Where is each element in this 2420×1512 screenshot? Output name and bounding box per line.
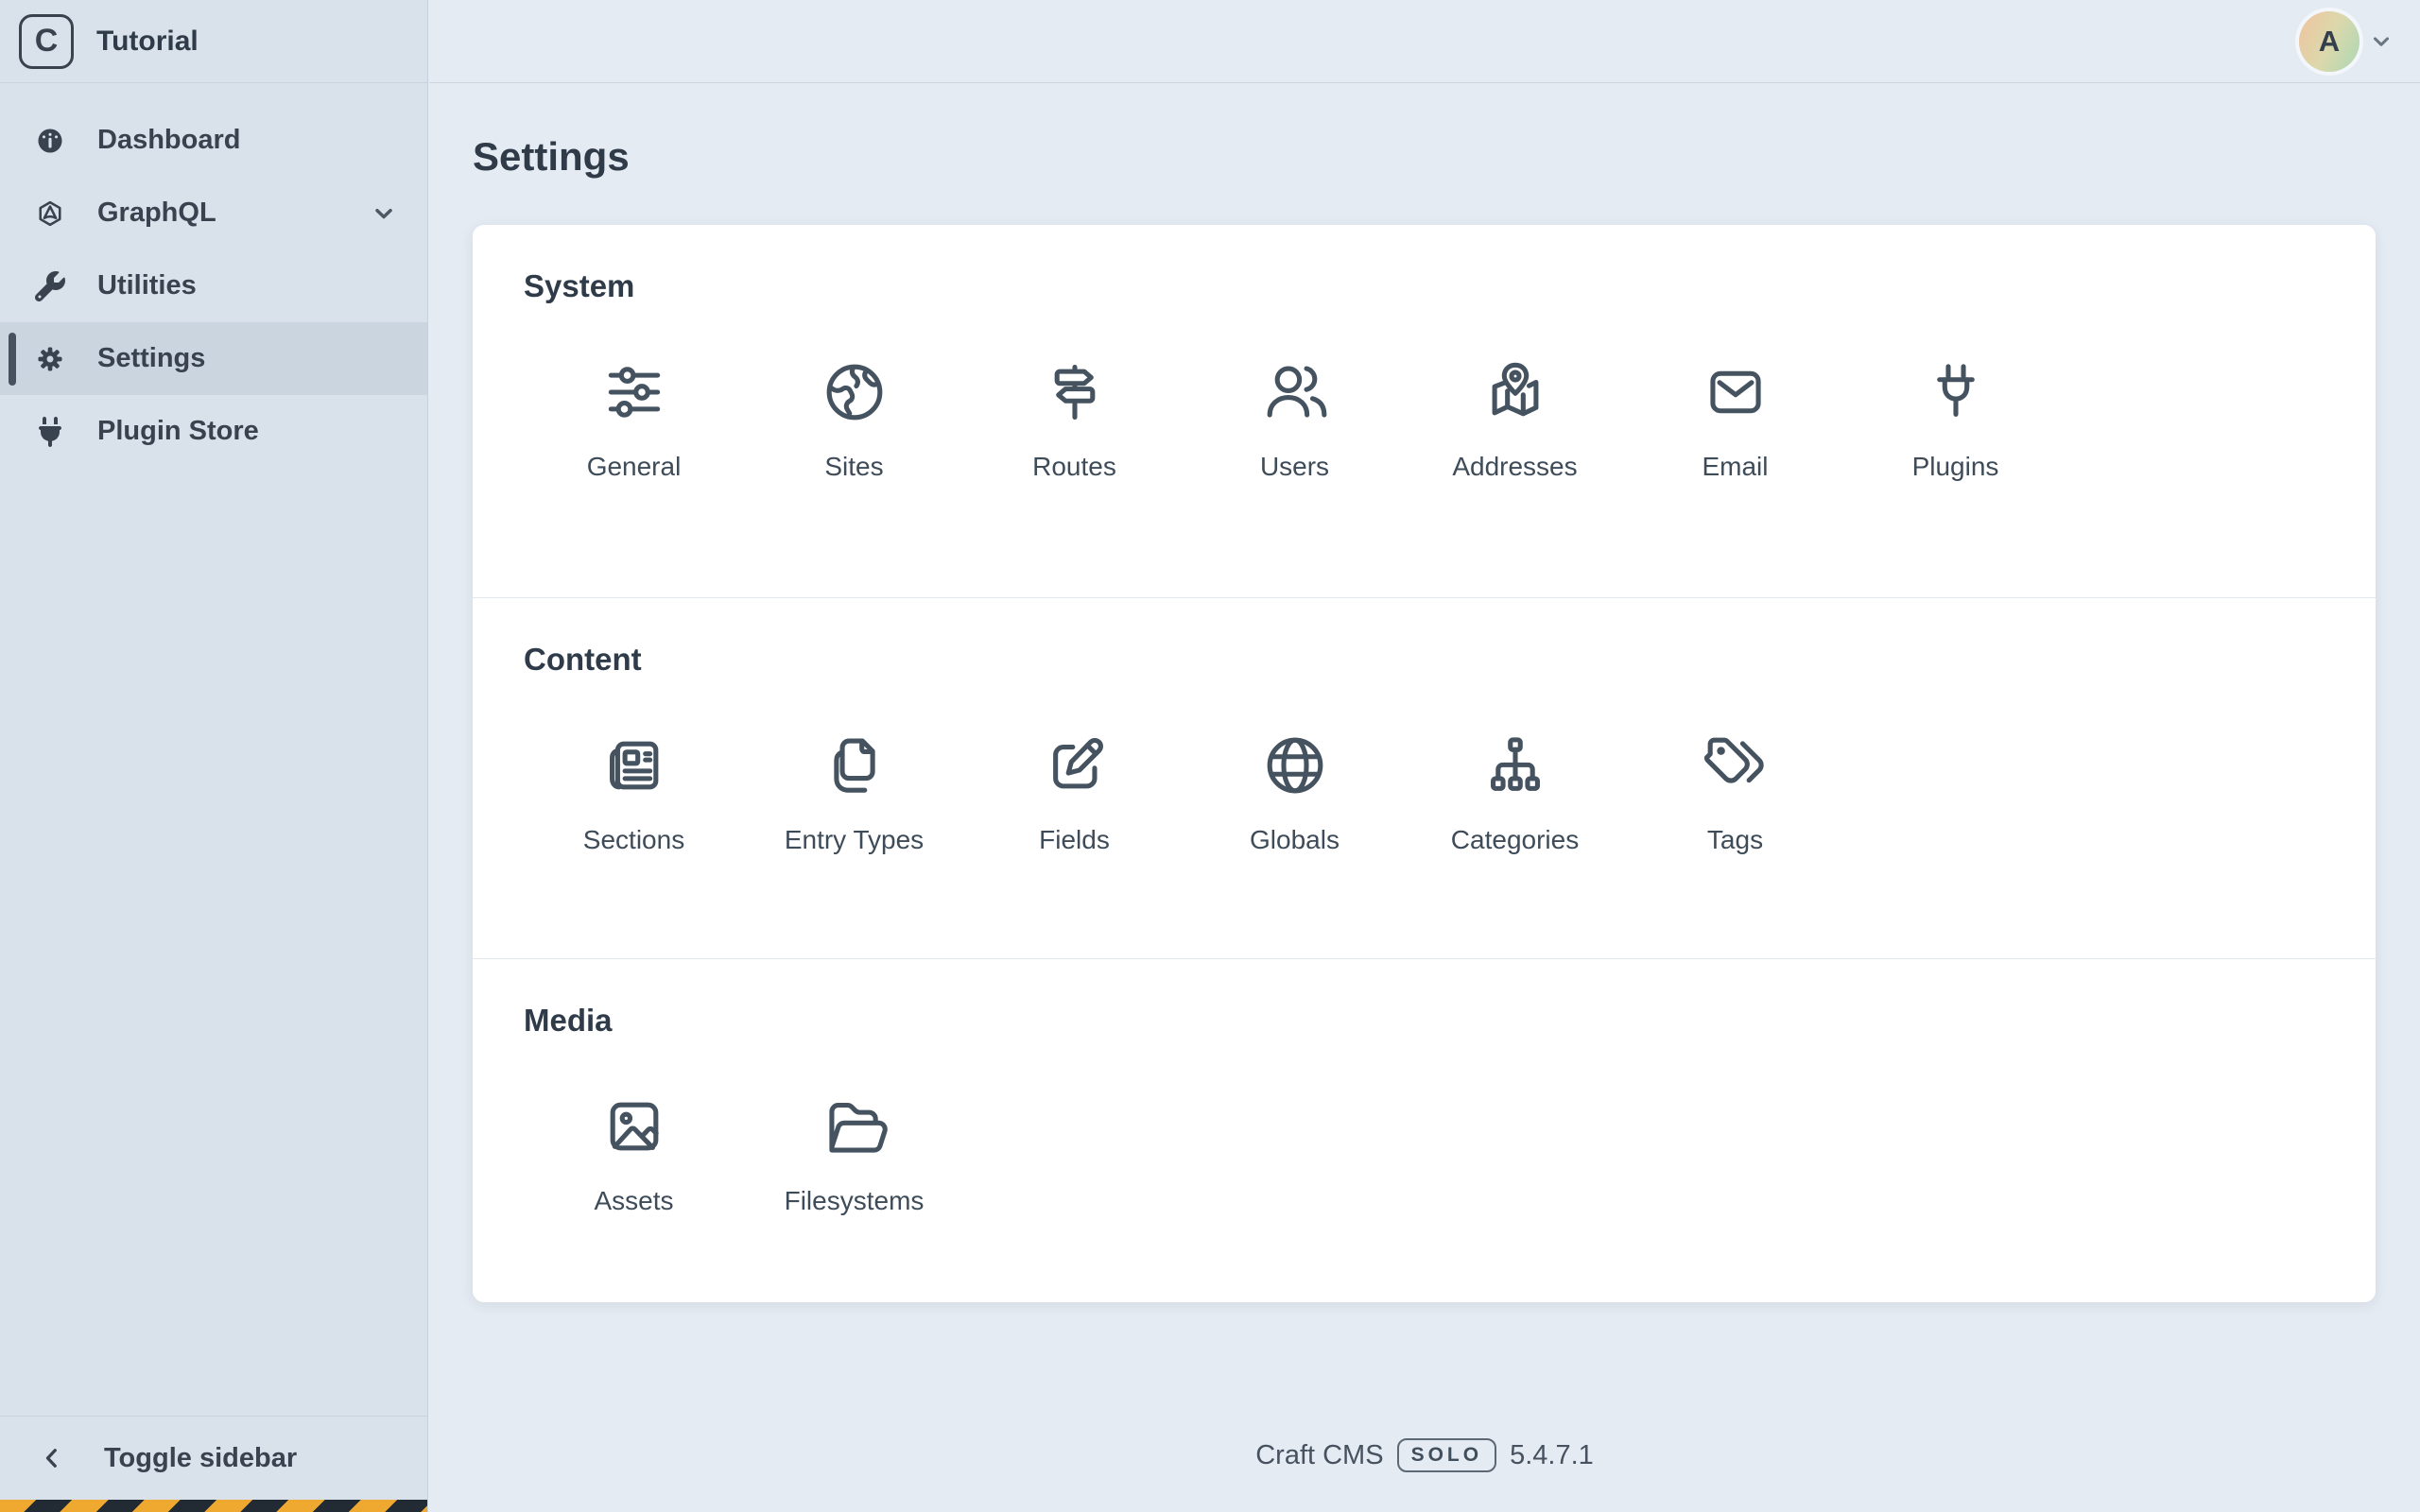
settings-tile-email[interactable]: Email (1625, 357, 1845, 482)
sidebar-item-label: Plugin Store (97, 416, 259, 447)
wrench-icon (34, 270, 66, 302)
settings-tile-plugins[interactable]: Plugins (1845, 357, 2066, 482)
tile-label: Assets (594, 1186, 673, 1216)
newspaper-icon (599, 730, 669, 800)
tile-label: Entry Types (785, 825, 924, 855)
tile-label: Globals (1250, 825, 1340, 855)
settings-section-system: System General Sites Routes Users Addresses Em… (473, 225, 2376, 597)
map-pin-icon (1480, 357, 1550, 427)
image-icon (599, 1091, 669, 1161)
settings-tile-globals[interactable]: Globals (1184, 730, 1405, 855)
sidebar-item-settings[interactable]: Settings (0, 322, 427, 395)
footer: Craft CMS SOLO 5.4.7.1 (429, 1438, 2420, 1472)
chevron-down-icon[interactable] (2369, 29, 2394, 54)
settings-tile-assets[interactable]: Assets (524, 1091, 744, 1216)
settings-tile-tags[interactable]: Tags (1625, 730, 1845, 855)
dev-mode-stripe (0, 1500, 427, 1512)
sidebar-header: C Tutorial (0, 0, 427, 83)
sidebar-item-plugin-store[interactable]: Plugin Store (0, 395, 427, 468)
envelope-icon (1701, 357, 1771, 427)
sidebar: C Tutorial Dashboard GraphQL Utilities Sett… (0, 0, 428, 1512)
gear-icon (34, 343, 66, 375)
tile-label: Tags (1707, 825, 1763, 855)
sidebar-item-dashboard[interactable]: Dashboard (0, 104, 427, 177)
settings-tile-fields[interactable]: Fields (964, 730, 1184, 855)
sitemap-icon (1480, 730, 1550, 800)
signpost-icon (1040, 357, 1110, 427)
settings-card: System General Sites Routes Users Addresses Em… (473, 225, 2376, 1302)
files-icon (820, 730, 890, 800)
sidebar-nav: Dashboard GraphQL Utilities Settings Plugin … (0, 83, 427, 468)
footer-app-name[interactable]: Craft CMS (1255, 1440, 1383, 1471)
sidebar-item-utilities[interactable]: Utilities (0, 249, 427, 322)
sidebar-item-graphql[interactable]: GraphQL (0, 177, 427, 249)
tile-label: Categories (1451, 825, 1579, 855)
settings-tile-categories[interactable]: Categories (1405, 730, 1625, 855)
toggle-sidebar-label: Toggle sidebar (104, 1443, 297, 1474)
tile-label: Routes (1032, 452, 1116, 482)
sliders-icon (599, 357, 669, 427)
sidebar-item-label: GraphQL (97, 198, 216, 229)
craft-logo-icon[interactable]: C (19, 14, 74, 69)
avatar[interactable]: A (2299, 11, 2360, 72)
tile-row: Assets Filesystems (524, 1091, 2325, 1216)
tile-label: Addresses (1452, 452, 1577, 482)
tags-icon (1701, 730, 1771, 800)
footer-version: 5.4.7.1 (1510, 1440, 1594, 1471)
section-title: Media (524, 1003, 2325, 1039)
tile-label: Plugins (1912, 452, 1999, 482)
settings-tile-routes[interactable]: Routes (964, 357, 1184, 482)
main-area: A Settings System General Sites Routes Users… (429, 0, 2420, 1512)
folder-open-icon (820, 1091, 890, 1161)
section-title: System (524, 268, 2325, 304)
global-header: A (429, 0, 2420, 83)
sidebar-item-label: Settings (97, 343, 205, 374)
tile-label: Sites (824, 452, 883, 482)
tile-row: General Sites Routes Users Addresses Email Plu… (524, 357, 2325, 482)
settings-tile-sections[interactable]: Sections (524, 730, 744, 855)
site-name: Tutorial (96, 26, 199, 58)
tile-label: General (587, 452, 682, 482)
chevron-left-icon (38, 1444, 66, 1472)
earth-icon (820, 357, 890, 427)
settings-section-media: Media Assets Filesystems (473, 958, 2376, 1302)
avatar-letter: A (2319, 25, 2340, 59)
chevron-down-icon[interactable] (371, 200, 397, 227)
tile-label: Sections (583, 825, 684, 855)
gauge-icon (34, 125, 66, 157)
tile-label: Filesystems (785, 1186, 925, 1216)
graphql-icon (34, 198, 66, 230)
logo-letter: C (35, 23, 59, 60)
toggle-sidebar-button[interactable]: Toggle sidebar (0, 1416, 427, 1500)
tile-label: Email (1702, 452, 1768, 482)
users-icon (1260, 357, 1330, 427)
sidebar-item-label: Dashboard (97, 125, 240, 156)
tile-label: Fields (1039, 825, 1110, 855)
edit-icon (1040, 730, 1110, 800)
settings-tile-filesystems[interactable]: Filesystems (744, 1091, 964, 1216)
globe-icon (1260, 730, 1330, 800)
tile-row: Sections Entry Types Fields Globals Categori… (524, 730, 2325, 855)
section-title: Content (524, 642, 2325, 678)
edition-badge[interactable]: SOLO (1397, 1438, 1497, 1472)
settings-tile-sites[interactable]: Sites (744, 357, 964, 482)
settings-tile-addresses[interactable]: Addresses (1405, 357, 1625, 482)
settings-tile-users[interactable]: Users (1184, 357, 1405, 482)
sidebar-item-label: Utilities (97, 270, 197, 301)
settings-section-content: Content Sections Entry Types Fields Globals C… (473, 597, 2376, 958)
page-title: Settings (473, 134, 2420, 180)
settings-tile-entry-types[interactable]: Entry Types (744, 730, 964, 855)
settings-tile-general[interactable]: General (524, 357, 744, 482)
plug-solid-icon (34, 416, 66, 448)
tile-label: Users (1260, 452, 1329, 482)
plug-outline-icon (1921, 357, 1991, 427)
